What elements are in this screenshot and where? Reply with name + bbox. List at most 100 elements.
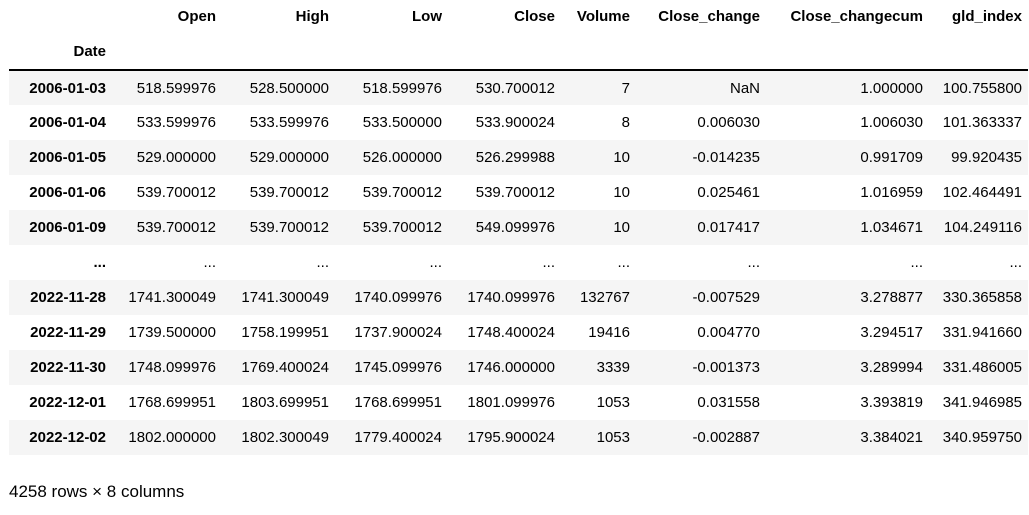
column-header: Volume [576, 8, 630, 25]
table-cell: 549.099976 [475, 219, 555, 236]
table-cell: 530.700012 [475, 79, 555, 97]
index-name: Date [73, 42, 106, 60]
table-cell: ... [910, 254, 923, 271]
table-cell: 1758.199951 [241, 324, 329, 341]
table-cell: 518.599976 [136, 79, 216, 97]
column-header: Open [177, 8, 216, 25]
table-cell: 1740.099976 [467, 289, 555, 306]
table-cell: 341.946985 [942, 394, 1022, 411]
table-cell: 1748.099976 [128, 359, 216, 376]
table-cell: 1803.699951 [241, 394, 329, 411]
table-cell: 533.900024 [475, 114, 555, 131]
row-index: 2022-12-01 [29, 394, 106, 411]
table-cell: ... [1009, 254, 1022, 271]
table-cell: 331.941660 [942, 324, 1022, 341]
table-cell: 132767 [579, 289, 630, 306]
table-cell: 1748.400024 [467, 324, 555, 341]
table-cell: 526.299988 [475, 149, 555, 166]
column-header: High [295, 8, 329, 25]
table-cell: 1768.699951 [128, 394, 216, 411]
table-cell: 539.700012 [136, 184, 216, 201]
dataframe-shape-summary: 4258 rows × 8 columns [9, 482, 185, 501]
table-row: 2006-01-05 529.000000 529.000000 526.000… [9, 140, 1028, 175]
table-cell: 1.000000 [860, 79, 923, 97]
table-cell: 101.363337 [942, 114, 1022, 131]
table-cell: 528.500000 [249, 79, 329, 97]
table-cell: 533.500000 [362, 114, 442, 131]
table-row: 2006-01-06 539.700012 539.700012 539.700… [9, 175, 1028, 210]
table-cell: 1769.400024 [241, 359, 329, 376]
table-cell: 3.278877 [860, 289, 923, 306]
header-corner [9, 0, 112, 33]
table-cell: 539.700012 [362, 219, 442, 236]
table-cell: 1746.000000 [467, 359, 555, 376]
table-cell: 1.006030 [860, 114, 923, 131]
table-cell: ... [617, 254, 630, 271]
table-cell: 1741.300049 [241, 289, 329, 306]
table-row: 2006-01-09 539.700012 539.700012 539.700… [9, 210, 1028, 245]
table-cell: 0.004770 [697, 324, 760, 341]
table-cell: 1741.300049 [128, 289, 216, 306]
table-cell: 3.384021 [860, 429, 923, 446]
dataframe-output: Open High Low Close Volume Close_change … [9, 0, 1028, 455]
row-index: 2022-11-29 [30, 324, 106, 341]
table-row: 2006-01-03 518.599976 528.500000 518.599… [9, 70, 1028, 105]
table-cell: 1.016959 [860, 184, 923, 201]
row-index: 2006-01-05 [29, 149, 106, 166]
table-row: 2006-01-04 533.599976 533.599976 533.500… [9, 105, 1028, 140]
row-index: 2022-11-28 [30, 289, 106, 306]
table-cell: 102.464491 [942, 184, 1022, 201]
row-index: 2022-11-30 [30, 359, 106, 376]
table-cell: -0.002887 [692, 429, 760, 446]
table-cell: 331.486005 [942, 359, 1022, 376]
table-cell: 0.017417 [697, 219, 760, 236]
row-index: 2006-01-03 [29, 79, 106, 97]
column-header: gld_index [951, 8, 1022, 25]
table-cell: 0.025461 [697, 184, 760, 201]
table-cell: NaN [729, 79, 760, 97]
table-cell: 539.700012 [136, 219, 216, 236]
table-cell: 10 [613, 219, 630, 236]
table-cell: 533.599976 [249, 114, 329, 131]
table-cell: 1745.099976 [354, 359, 442, 376]
index-name-row: Date [9, 33, 1028, 70]
table-cell: 3.294517 [860, 324, 923, 341]
table-cell: 1802.000000 [128, 429, 216, 446]
table-cell: 330.365858 [942, 289, 1022, 306]
table-cell: ... [316, 254, 329, 271]
table-cell: -0.007529 [692, 289, 760, 306]
table-cell: ... [203, 254, 216, 271]
table-cell: 529.000000 [249, 149, 329, 166]
table-cell: 1802.300049 [241, 429, 329, 446]
table-cell: 10 [613, 149, 630, 166]
table-cell: 3.289994 [860, 359, 923, 376]
column-header: Close [514, 8, 555, 25]
table-cell: 1.034671 [860, 219, 923, 236]
column-header: Close_change [658, 8, 760, 25]
table-cell: 99.920435 [951, 149, 1022, 166]
table-cell: 1801.099976 [467, 394, 555, 411]
table-cell: 100.755800 [942, 79, 1022, 97]
row-index: 2022-12-02 [29, 429, 106, 446]
dataframe-table: Open High Low Close Volume Close_change … [9, 0, 1028, 455]
table-cell: 539.700012 [362, 184, 442, 201]
table-cell: 0.031558 [697, 394, 760, 411]
table-cell: 3.393819 [860, 394, 923, 411]
table-cell: ... [747, 254, 760, 271]
table-cell: 19416 [588, 324, 630, 341]
table-cell: 1737.900024 [354, 324, 442, 341]
row-index: 2006-01-06 [29, 184, 106, 201]
table-cell: ... [542, 254, 555, 271]
row-index: ... [93, 254, 106, 271]
table-cell: 529.000000 [136, 149, 216, 166]
table-cell: 526.000000 [362, 149, 442, 166]
column-header: Low [412, 8, 442, 25]
table-cell: 8 [621, 114, 630, 131]
table-row-ellipsis: ... ... ... ... ... ... ... ... ... [9, 245, 1028, 280]
column-header-row: Open High Low Close Volume Close_change … [9, 0, 1028, 33]
table-cell: 518.599976 [362, 79, 442, 97]
table-row: 2022-11-28 1741.300049 1741.300049 1740.… [9, 280, 1028, 315]
table-cell: 539.700012 [249, 184, 329, 201]
table-row: 2022-11-29 1739.500000 1758.199951 1737.… [9, 315, 1028, 350]
row-index: 2006-01-09 [29, 219, 106, 236]
